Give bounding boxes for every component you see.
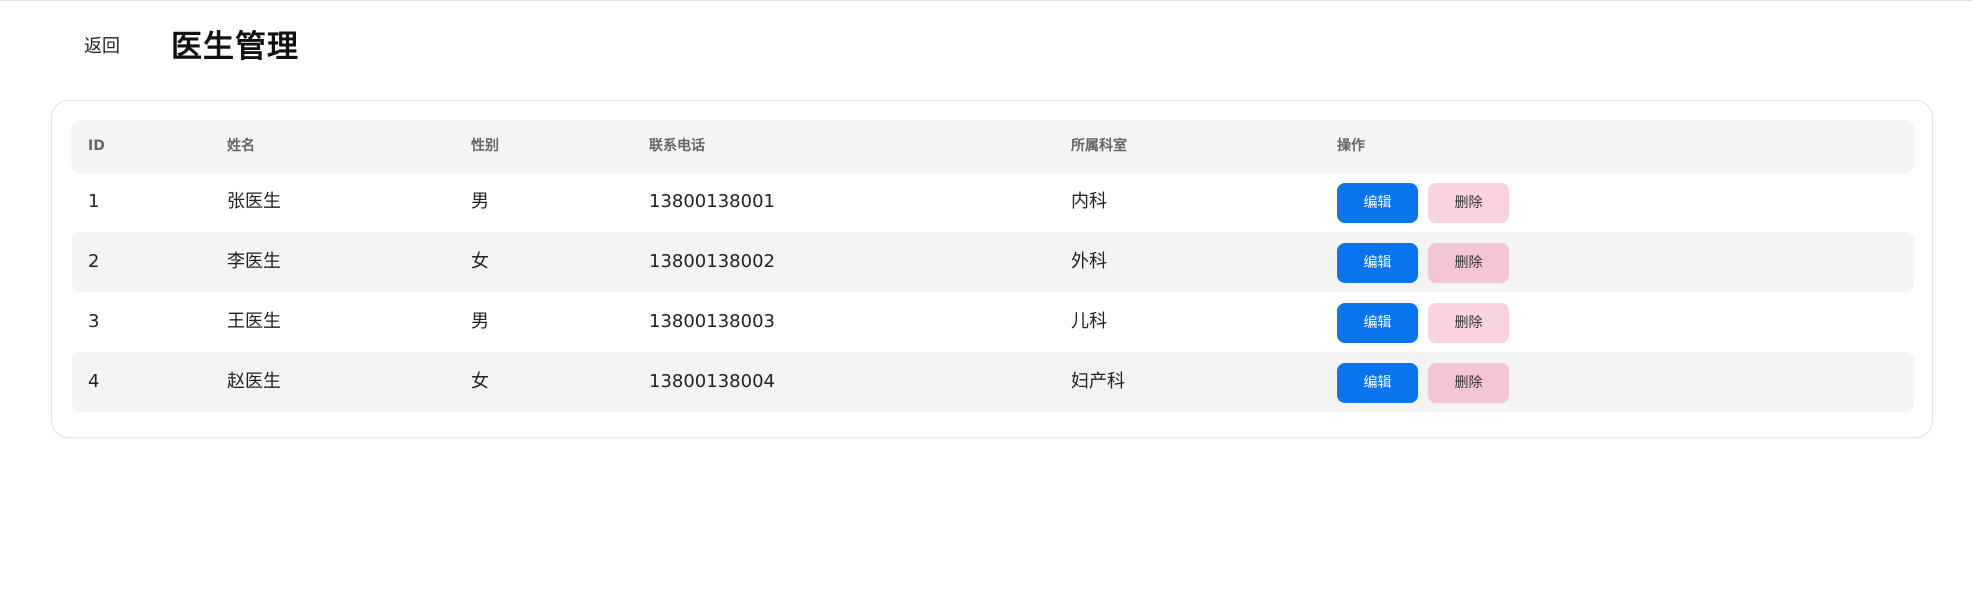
table-row: 4 赵医生 女 13800138004 妇产科 编辑 删除 [72,352,1914,412]
cell-gender: 女 [471,251,489,272]
delete-button[interactable]: 删除 [1428,303,1509,343]
page-title: 医生管理 [171,29,299,65]
cell-gender: 男 [471,191,489,212]
cell-id: 2 [88,251,100,272]
cell-department: 内科 [1071,191,1107,212]
back-button[interactable]: 返回 [74,30,128,64]
page-header: 返回 医生管理 [0,0,1972,92]
column-header-gender: 性别 [471,138,499,154]
cell-department: 外科 [1071,251,1107,272]
delete-button[interactable]: 删除 [1428,363,1509,403]
cell-id: 4 [88,371,100,392]
cell-name: 李医生 [227,251,281,272]
table-row: 3 王医生 男 13800138003 儿科 编辑 删除 [72,292,1914,352]
doctor-table-card: ID 姓名 性别 联系电话 所属科室 操作 1 张医生 男 1380013800… [51,100,1933,438]
cell-department: 儿科 [1071,311,1107,332]
cell-phone: 13800138003 [649,311,775,332]
cell-id: 1 [88,191,100,212]
column-header-department: 所属科室 [1071,138,1127,154]
column-header-id: ID [88,138,105,154]
column-header-name: 姓名 [227,138,255,154]
column-header-phone: 联系电话 [649,138,705,154]
row-actions: 编辑 删除 [1337,363,1509,403]
table-row: 2 李医生 女 13800138002 外科 编辑 删除 [72,232,1914,292]
column-header-actions: 操作 [1337,138,1365,154]
cell-department: 妇产科 [1071,371,1125,392]
cell-phone: 13800138004 [649,371,775,392]
cell-name: 王医生 [227,311,281,332]
cell-gender: 男 [471,311,489,332]
row-actions: 编辑 删除 [1337,183,1509,223]
edit-button[interactable]: 编辑 [1337,363,1418,403]
delete-button[interactable]: 删除 [1428,183,1509,223]
cell-phone: 13800138002 [649,251,775,272]
row-actions: 编辑 删除 [1337,303,1509,343]
cell-name: 张医生 [227,191,281,212]
delete-button[interactable]: 删除 [1428,243,1509,283]
cell-gender: 女 [471,371,489,392]
cell-phone: 13800138001 [649,191,775,212]
row-actions: 编辑 删除 [1337,243,1509,283]
table-row: 1 张医生 男 13800138001 内科 编辑 删除 [72,172,1914,232]
cell-name: 赵医生 [227,371,281,392]
table-header: ID 姓名 性别 联系电话 所属科室 操作 [72,120,1914,172]
edit-button[interactable]: 编辑 [1337,303,1418,343]
doctor-table: ID 姓名 性别 联系电话 所属科室 操作 1 张医生 男 1380013800… [72,120,1914,412]
edit-button[interactable]: 编辑 [1337,183,1418,223]
cell-id: 3 [88,311,100,332]
edit-button[interactable]: 编辑 [1337,243,1418,283]
